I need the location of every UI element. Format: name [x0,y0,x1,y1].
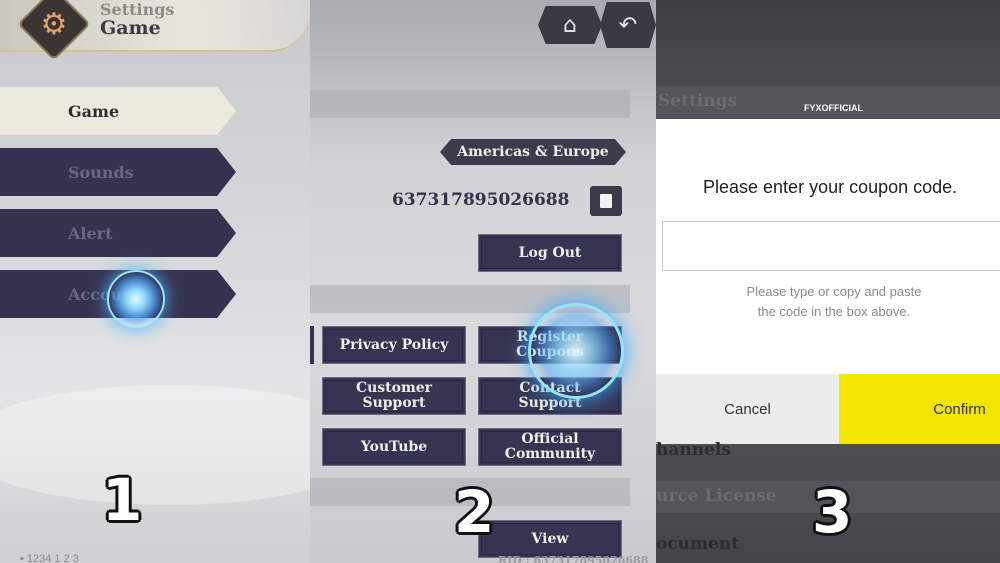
coupon-hint-line: the code in the box above. [757,304,911,319]
coupon-panel-step-3: Settings FYXOFFICIAL Please enter your c… [656,0,1000,563]
home-icon: ⌂ [563,12,577,38]
customer-support-button[interactable]: Customer Support [322,377,466,415]
menu-item-alert[interactable]: Alert [0,209,236,257]
official-community-button[interactable]: Official Community [478,428,622,466]
tap-indicator [528,303,624,399]
home-button[interactable]: ⌂ [538,6,602,44]
youtube-button[interactable]: YouTube [322,428,466,466]
settings-panel-step-1: ⚙ Settings Game Game Sounds Alert Accoun… [0,0,310,563]
coupon-dialog: Please enter your coupon code. Please ty… [656,119,1000,444]
button-edge [310,326,314,364]
header-page-title: Game [100,17,161,39]
background-channels-label: hannels [656,440,731,460]
uid-value: 637317895026688 [392,190,570,210]
background-document-label: ocument [656,534,740,554]
footer-text: • 1234 1 2 3 [20,553,79,563]
tap-indicator [107,270,165,328]
view-button[interactable]: View [478,520,622,558]
back-button[interactable]: ↶ [600,2,656,48]
background-settings-label: Settings [658,91,738,111]
copy-icon [600,194,612,208]
server-region-badge: Americas & Europe [440,139,626,165]
coupon-prompt: Please enter your coupon code. [703,177,958,197]
coupon-code-input[interactable] [662,221,1000,271]
cancel-button[interactable]: Cancel [656,374,839,444]
coupon-hint: Please type or copy and paste the code i… [656,282,1000,322]
step-number: 2 [454,478,495,546]
back-arrow-icon: ↶ [618,12,638,38]
copy-uid-button[interactable] [590,186,622,216]
logout-button[interactable]: Log Out [478,234,622,272]
step-number: 1 [102,466,143,534]
background-floor [0,385,310,505]
step-number: 3 [812,478,853,546]
rid-text: RID : 637317895026688 [498,554,649,563]
watermark: FYXOFFICIAL [804,103,863,113]
confirm-button[interactable]: Confirm [839,374,1000,444]
background-license-label: urce License [656,486,777,506]
menu-item-sounds[interactable]: Sounds [0,148,236,196]
privacy-policy-button[interactable]: Privacy Policy [322,326,466,364]
menu-item-game[interactable]: Game [0,87,236,135]
account-panel-step-2: ⌂ ↶ Americas & Europe 637317895026688 Lo… [310,0,656,563]
gear-icon: ⚙ [40,6,68,42]
coupon-hint-line: Please type or copy and paste [746,284,922,299]
section-band [310,90,630,118]
